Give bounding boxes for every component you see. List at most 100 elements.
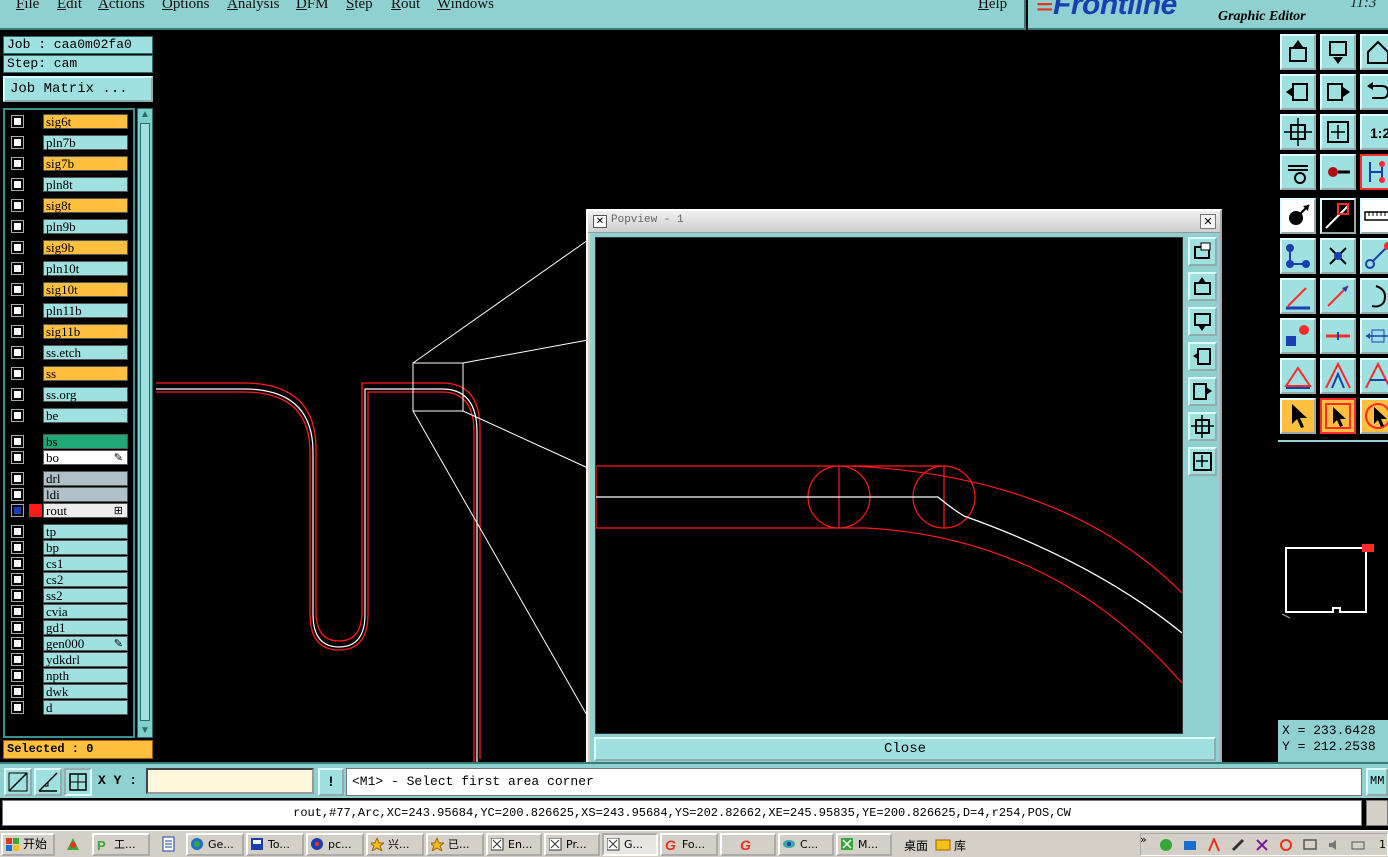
security-icon[interactable] bbox=[1159, 838, 1174, 853]
layer-checkbox[interactable] bbox=[11, 220, 24, 233]
layer-row[interactable]: rout ⊞ bbox=[7, 503, 131, 518]
layer-row[interactable]: bo ✎ bbox=[7, 450, 131, 465]
layer-checkbox[interactable] bbox=[11, 178, 24, 191]
library-folder-icon[interactable] bbox=[934, 835, 952, 853]
scroll-thumb[interactable] bbox=[140, 123, 150, 721]
layer-row[interactable]: ss bbox=[7, 366, 131, 381]
pan-right-button[interactable] bbox=[1188, 377, 1217, 406]
grid-snap-button[interactable] bbox=[64, 768, 92, 796]
tool-tray-icon[interactable] bbox=[1231, 838, 1246, 853]
task-button-1[interactable]: P 工... bbox=[92, 833, 150, 856]
task-button-10[interactable]: G Fo... bbox=[660, 833, 718, 856]
layer-checkbox[interactable] bbox=[11, 115, 24, 128]
layer-checkbox[interactable] bbox=[11, 669, 24, 682]
layer-name[interactable]: gen000 ✎ bbox=[43, 636, 128, 651]
layer-row[interactable]: ss2 bbox=[7, 588, 131, 603]
layer-name[interactable]: bp bbox=[43, 540, 128, 555]
task-button-11[interactable]: G bbox=[720, 833, 776, 856]
pan-up-button[interactable] bbox=[1188, 272, 1217, 301]
menu-dfm[interactable]: DFM bbox=[296, 0, 329, 13]
layer-row[interactable]: pln9b bbox=[7, 219, 131, 234]
layer-name[interactable]: tp bbox=[43, 524, 128, 539]
layer-name[interactable]: ss bbox=[43, 366, 128, 381]
layer-checkbox[interactable] bbox=[11, 637, 24, 650]
layer-row[interactable]: sig7b bbox=[7, 156, 131, 171]
layer-checkbox[interactable] bbox=[11, 199, 24, 212]
layer-row[interactable]: sig6t bbox=[7, 114, 131, 129]
tool-move-pad[interactable] bbox=[1360, 238, 1388, 274]
tool-zoom-1-2[interactable]: 1:2 bbox=[1360, 114, 1388, 150]
menu-analysis[interactable]: Analysis bbox=[227, 0, 280, 13]
layer-checkbox[interactable] bbox=[11, 685, 24, 698]
layer-checkbox[interactable] bbox=[11, 589, 24, 602]
layer-checkbox[interactable] bbox=[11, 435, 24, 448]
layer-checkbox[interactable] bbox=[11, 621, 24, 634]
layer-checkbox[interactable] bbox=[11, 653, 24, 666]
layer-row[interactable]: dwk bbox=[7, 684, 131, 699]
task-button-2[interactable]: Ge... bbox=[186, 833, 244, 856]
menu-help[interactable]: Help bbox=[978, 0, 1007, 13]
layer-name[interactable]: d bbox=[43, 700, 128, 715]
layer-row[interactable]: cs2 bbox=[7, 572, 131, 587]
snap-button[interactable] bbox=[4, 768, 32, 796]
layer-name[interactable]: pln11b bbox=[43, 303, 128, 318]
layer-row[interactable]: sig9b bbox=[7, 240, 131, 255]
tool-pointer-circle[interactable] bbox=[1360, 398, 1388, 434]
job-matrix-button[interactable]: Job Matrix ... bbox=[3, 76, 153, 102]
zoom-window-button[interactable] bbox=[1188, 237, 1217, 266]
tool-fillet[interactable] bbox=[1280, 358, 1316, 394]
layer-name[interactable]: bs bbox=[43, 434, 128, 449]
layer-name[interactable]: sig11b bbox=[43, 324, 128, 339]
task-button-4[interactable]: pc... bbox=[306, 833, 364, 856]
xy-input[interactable] bbox=[146, 768, 314, 794]
menu-rout[interactable]: Rout bbox=[391, 0, 420, 13]
start-button[interactable]: 开始 bbox=[1, 833, 55, 856]
no-sign-tray-icon[interactable] bbox=[1279, 838, 1294, 853]
tool-pointer-box[interactable] bbox=[1320, 398, 1356, 434]
tool-ruler[interactable] bbox=[1360, 198, 1388, 234]
layer-row[interactable]: gd1 bbox=[7, 620, 131, 635]
tool-pan-up[interactable] bbox=[1280, 34, 1316, 70]
task-button-5[interactable]: 兴... bbox=[366, 833, 424, 856]
tool-add-pad[interactable] bbox=[1280, 238, 1316, 274]
scroll-up-icon[interactable]: ▲ bbox=[139, 109, 151, 121]
layer-name[interactable]: ss2 bbox=[43, 588, 128, 603]
layer-row[interactable]: pln7b bbox=[7, 135, 131, 150]
menu-file[interactable]: File bbox=[16, 0, 39, 13]
close-x-tray-icon[interactable] bbox=[1255, 838, 1270, 853]
layer-row[interactable]: pln10t bbox=[7, 261, 131, 276]
popview-window[interactable]: ✕ Popview - 1 ✕ Close bbox=[586, 209, 1222, 765]
layer-row[interactable]: sig10t bbox=[7, 282, 131, 297]
layer-checkbox[interactable] bbox=[11, 241, 24, 254]
layer-checkbox[interactable] bbox=[11, 488, 24, 501]
tool-stretch[interactable] bbox=[1360, 318, 1388, 354]
pan-down-button[interactable] bbox=[1188, 307, 1217, 336]
layer-row[interactable]: cs1 bbox=[7, 556, 131, 571]
menu-step[interactable]: Step bbox=[346, 0, 373, 13]
layer-row[interactable]: tp bbox=[7, 524, 131, 539]
layer-checkbox[interactable] bbox=[11, 525, 24, 538]
layer-name[interactable]: ldi bbox=[43, 487, 128, 502]
display-icon[interactable] bbox=[1303, 838, 1318, 853]
tool-select-object[interactable] bbox=[1280, 198, 1316, 234]
layer-name[interactable]: cvia bbox=[43, 604, 128, 619]
layer-checkbox[interactable] bbox=[11, 605, 24, 618]
layer-name[interactable]: sig8t bbox=[43, 198, 128, 213]
layer-checkbox[interactable] bbox=[11, 388, 24, 401]
popview-zoomed-view[interactable] bbox=[595, 237, 1183, 734]
exclamation-button[interactable]: ! bbox=[318, 768, 344, 796]
desktop-toolbar-label[interactable]: 桌面 bbox=[904, 837, 928, 854]
units-button[interactable]: MM bbox=[1366, 768, 1388, 796]
layer-checkbox[interactable] bbox=[11, 409, 24, 422]
layer-name[interactable]: ss.etch bbox=[43, 345, 128, 360]
layer-checkbox[interactable] bbox=[11, 472, 24, 485]
menu-actions[interactable]: Actions bbox=[98, 0, 145, 13]
menu-windows[interactable]: Windows bbox=[437, 0, 494, 13]
tool-chamfer[interactable] bbox=[1320, 358, 1356, 394]
tool-round-corner[interactable] bbox=[1360, 358, 1388, 394]
layer-name[interactable]: rout ⊞ bbox=[43, 503, 128, 518]
task-button-12[interactable]: C... bbox=[778, 833, 834, 856]
task-button-9[interactable]: G... bbox=[602, 833, 658, 856]
tool-undo-view[interactable] bbox=[1360, 74, 1388, 110]
tool-pan-down[interactable] bbox=[1320, 34, 1356, 70]
